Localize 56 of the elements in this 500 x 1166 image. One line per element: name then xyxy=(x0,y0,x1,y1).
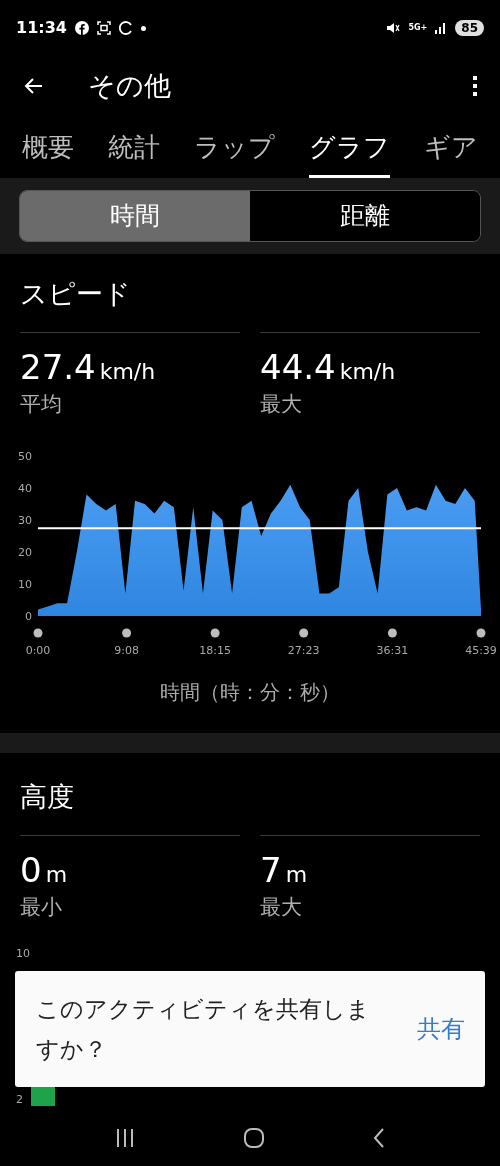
more-icon[interactable] xyxy=(472,75,478,97)
x-tick-label: 0:00 xyxy=(25,644,51,657)
facebook-icon xyxy=(74,21,89,35)
segment-button[interactable]: 時間 xyxy=(20,191,250,241)
screen-title: その他 xyxy=(88,68,172,103)
stat-label: 最大 xyxy=(260,391,303,418)
x-tick-dot xyxy=(33,628,43,638)
x-tick-dot xyxy=(387,628,397,638)
y-tick-label: 30 xyxy=(18,513,32,527)
section-title: スピード xyxy=(19,277,132,311)
x-tick-label: 36:31 xyxy=(376,644,409,657)
stat-unit: km/h xyxy=(339,358,396,386)
y-tick-label: 50 xyxy=(18,449,32,463)
y-tick-label: 20 xyxy=(18,545,32,559)
tab[interactable]: ラップ xyxy=(194,128,275,178)
x-tick-label: 27:23 xyxy=(287,644,320,657)
stat-value: 0 xyxy=(20,849,42,892)
stat-value: 7 xyxy=(260,849,282,892)
tab[interactable]: ギア xyxy=(424,128,478,178)
x-tick-label: 18:15 xyxy=(199,644,231,657)
network-label: 5G+ xyxy=(408,24,428,32)
stat-label: 最大 xyxy=(260,894,303,921)
y-tick-label: 10 xyxy=(16,948,30,960)
y-tick-label: 0 xyxy=(25,609,32,623)
x-axis-title: 時間（時：分：秒） xyxy=(160,679,340,706)
mute-icon xyxy=(386,21,401,35)
recent-apps-icon[interactable] xyxy=(114,1129,135,1147)
x-tick-label: 9:08 xyxy=(114,644,139,657)
segment-button[interactable]: 距離 xyxy=(250,191,480,241)
home-icon[interactable] xyxy=(244,1128,264,1148)
x-tick-label: 45:39 xyxy=(465,644,497,657)
battery-level: 85 xyxy=(455,20,484,36)
stat-value: 44.4 xyxy=(260,346,336,389)
x-tick-dot xyxy=(299,628,309,638)
tab[interactable]: 統計 xyxy=(108,128,160,178)
stat-unit: m xyxy=(285,861,308,889)
tab[interactable]: 概要 xyxy=(22,128,74,178)
x-tick-dot xyxy=(122,628,132,638)
share-message: このアクティビティを共有しますか？ xyxy=(36,995,371,1064)
signal-icon xyxy=(435,22,448,34)
stat-label: 最小 xyxy=(20,894,63,921)
stat-value: 27.4 xyxy=(20,346,96,389)
y-tick-label: 40 xyxy=(18,481,32,495)
stat-label: 平均 xyxy=(20,391,63,418)
screenshot-icon xyxy=(96,21,111,35)
x-tick-dot xyxy=(476,628,486,638)
stat-unit: m xyxy=(45,861,68,889)
y-tick-label: 10 xyxy=(18,577,32,591)
share-button[interactable]: 共有 xyxy=(417,1011,465,1047)
y-tick-label: 2 xyxy=(16,1094,23,1106)
sync-icon xyxy=(118,21,133,35)
back-nav-icon[interactable] xyxy=(373,1128,386,1148)
x-tick-dot xyxy=(210,628,220,638)
section-title: 高度 xyxy=(19,780,75,814)
stat-unit: km/h xyxy=(99,358,156,386)
status-time: 11:34 xyxy=(16,17,67,39)
